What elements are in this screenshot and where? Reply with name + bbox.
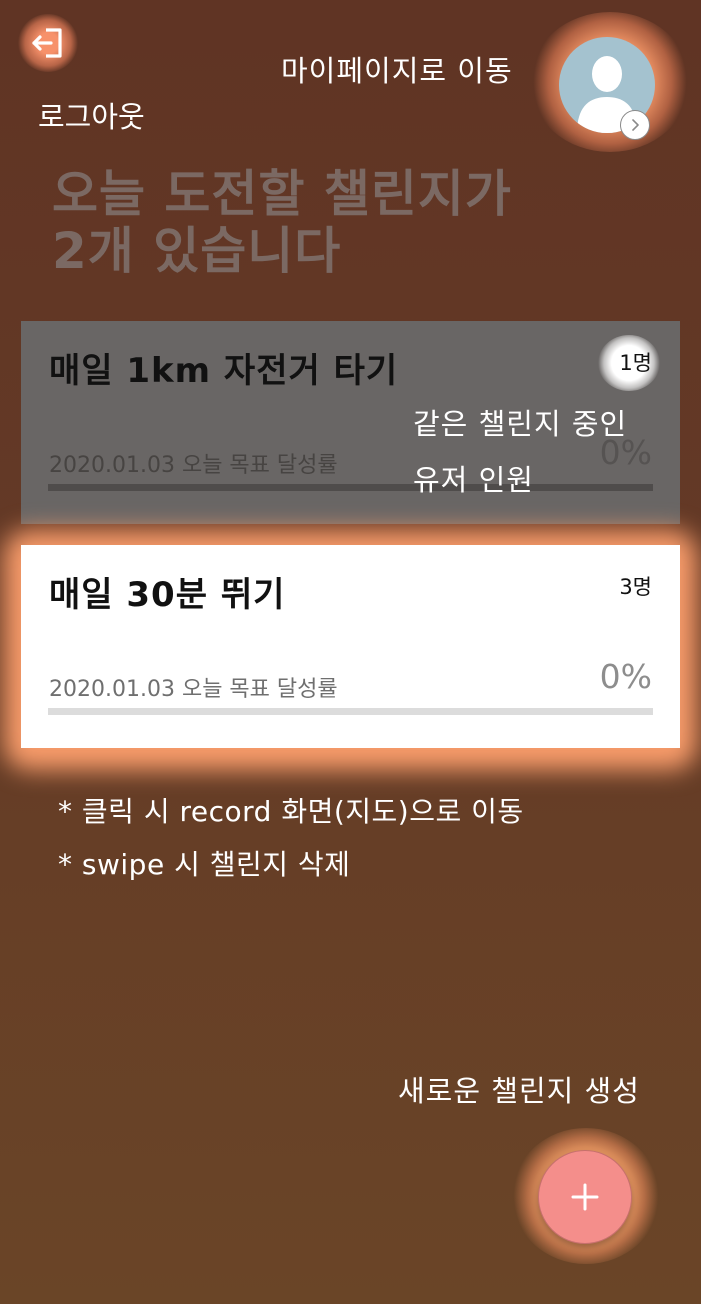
participant-annotation-line-1: 같은 챌린지 중인 bbox=[413, 407, 628, 441]
participant-annotation-line-2: 유저 인원 bbox=[413, 463, 534, 497]
participant-count: 3명 bbox=[619, 575, 652, 599]
participant-count: 1명 bbox=[619, 351, 652, 375]
logout-button[interactable] bbox=[18, 14, 78, 72]
achievement-percent: 0% bbox=[599, 657, 652, 696]
headline-line-1: 오늘 도전할 챌린지가 bbox=[52, 165, 512, 223]
headline-line-2: 2개 있습니다 bbox=[52, 222, 342, 280]
challenge-date-label: 2020.01.03 오늘 목표 달성률 bbox=[49, 677, 338, 702]
progress-bar bbox=[48, 708, 653, 715]
challenge-date-label: 2020.01.03 오늘 목표 달성률 bbox=[49, 453, 338, 478]
new-challenge-label: 새로운 챌린지 생성 bbox=[398, 1074, 640, 1108]
add-challenge-button[interactable] bbox=[538, 1150, 632, 1244]
page-headline: 오늘 도전할 챌린지가 2개 있습니다 bbox=[52, 166, 512, 280]
challenge-title: 매일 30분 뛰기 bbox=[49, 575, 286, 615]
chevron-right-icon bbox=[620, 110, 650, 140]
logout-label: 로그아웃 bbox=[38, 100, 145, 134]
mypage-label: 마이페이지로 이동 bbox=[281, 54, 513, 88]
note-click-record: * 클릭 시 record 화면(지도)으로 이동 bbox=[58, 795, 524, 828]
participant-annotation: 같은 챌린지 중인 유저 인원 bbox=[413, 396, 627, 508]
challenge-card[interactable]: 매일 30분 뛰기 3명 2020.01.03 오늘 목표 달성률 0% bbox=[21, 545, 680, 748]
plus-icon bbox=[571, 1183, 599, 1211]
note-swipe-delete: * swipe 시 챌린지 삭제 bbox=[58, 848, 351, 881]
logout-icon bbox=[32, 28, 62, 58]
challenge-title: 매일 1km 자전거 타기 bbox=[49, 351, 399, 391]
